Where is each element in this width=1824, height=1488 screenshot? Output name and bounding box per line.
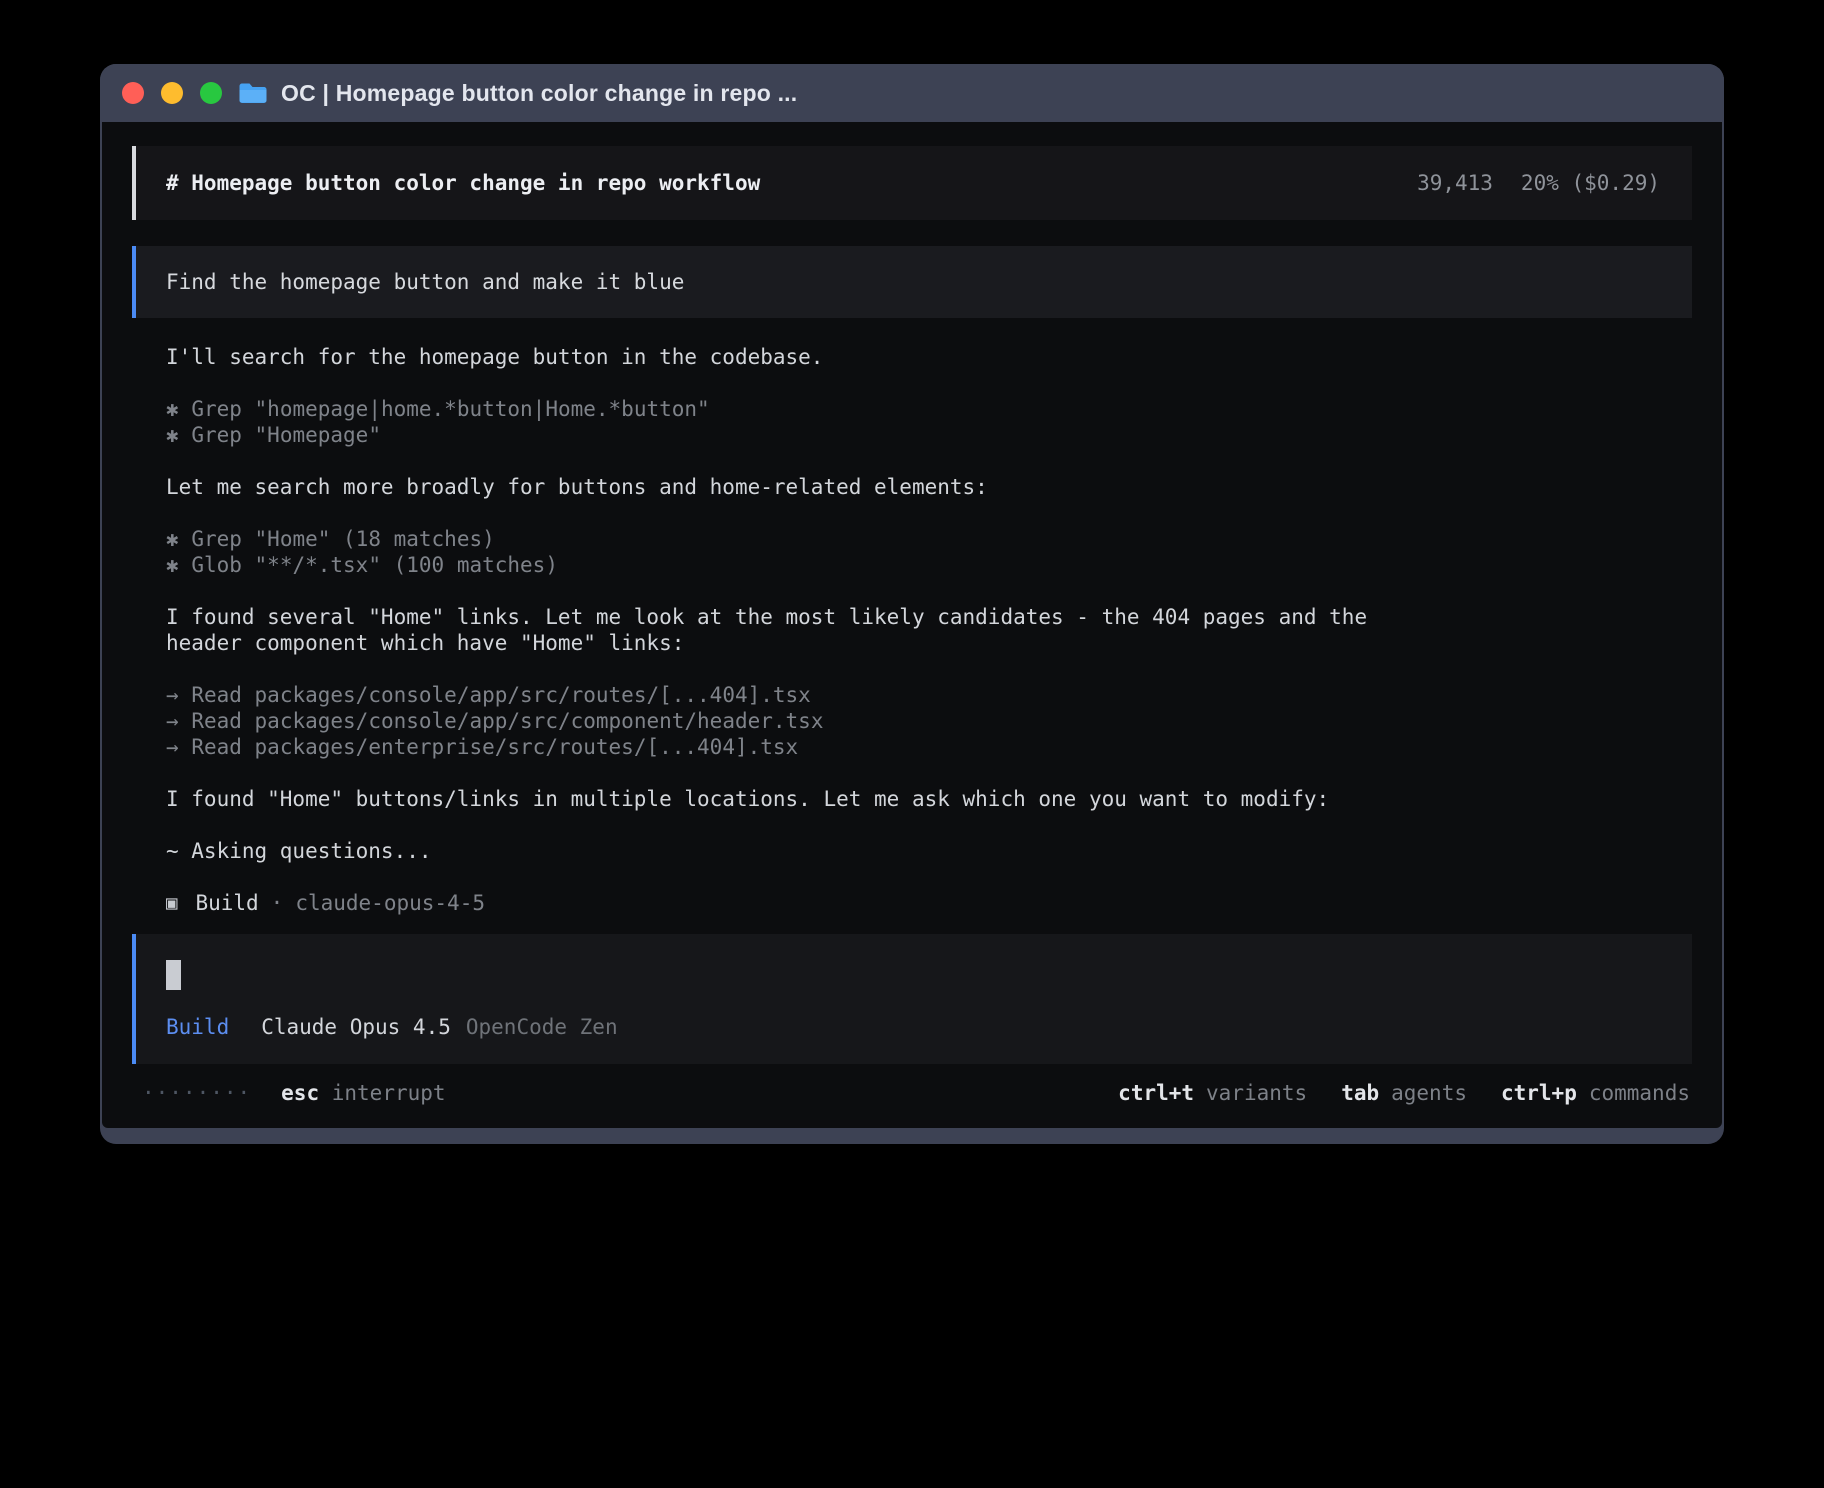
tool-call-group: ✱ Grep "homepage|home.*button|Home.*butt… [166,396,1692,448]
tool-call-glob: ✱ Glob "**/*.tsx" (100 matches) [166,552,1692,578]
status-left: ········ esc interrupt [142,1080,446,1106]
text-cursor [166,960,181,990]
agent-model: claude-opus-4-5 [295,890,485,916]
close-button[interactable] [122,82,144,104]
session-header: # Homepage button color change in repo w… [132,146,1692,220]
commands-hint: ctrl+p commands [1501,1080,1690,1106]
folder-icon [238,81,268,105]
current-agent-badge[interactable]: Build [166,1014,229,1040]
agent-square-icon: ▣ [166,890,177,916]
tool-call-read: → Read packages/enterprise/src/routes/[.… [166,734,1692,760]
assistant-text: I found "Home" buttons/links in multiple… [166,786,1692,812]
tool-call-group: → Read packages/console/app/src/routes/[… [166,682,1692,760]
current-provider: OpenCode Zen [466,1014,618,1040]
input-meta: Build Claude Opus 4.5 OpenCode Zen [166,1014,1662,1040]
context-cost: 20% ($0.29) [1521,170,1660,196]
tool-call-read: → Read packages/console/app/src/routes/[… [166,682,1692,708]
user-message-text: Find the homepage button and make it blu… [166,269,684,295]
tool-call-read: → Read packages/console/app/src/componen… [166,708,1692,734]
terminal-body: # Homepage button color change in repo w… [102,122,1722,1128]
agent-name: Build [195,890,258,916]
arrow-icon: → [166,709,179,733]
token-count: 39,413 [1417,170,1493,196]
tool-call-group: ✱ Grep "Home" (18 matches) ✱ Glob "**/*.… [166,526,1692,578]
minimize-button[interactable] [161,82,183,104]
tool-pending-icon: ✱ [166,527,179,551]
user-message: Find the homepage button and make it blu… [132,246,1692,318]
zoom-button[interactable] [200,82,222,104]
status-bar: ········ esc interrupt ctrl+t variants t… [132,1080,1692,1112]
transcript: I'll search for the homepage button in t… [132,344,1692,916]
dot-separator: · [271,890,284,916]
esc-hint: esc interrupt [281,1080,445,1106]
tool-pending-icon: ✱ [166,397,179,421]
current-model[interactable]: Claude Opus 4.5 [261,1014,451,1040]
tool-pending-icon: ✱ [166,423,179,447]
window-titlebar[interactable]: OC | Homepage button color change in rep… [100,64,1724,122]
session-stats: 39,413 20% ($0.29) [1417,170,1660,196]
tool-call-grep: ✱ Grep "Homepage" [166,422,1692,448]
tool-call-grep: ✱ Grep "homepage|home.*button|Home.*butt… [166,396,1692,422]
agents-hint: tab agents [1341,1080,1467,1106]
window-title: OC | Homepage button color change in rep… [281,80,797,107]
tool-call-grep: ✱ Grep "Home" (18 matches) [166,526,1692,552]
arrow-icon: → [166,683,179,707]
arrow-icon: → [166,735,179,759]
terminal-window: OC | Homepage button color change in rep… [100,64,1724,1144]
status-right: ctrl+t variants tab agents ctrl+p comman… [1118,1080,1690,1106]
assistant-text: I found several "Home" links. Let me loo… [166,604,1436,656]
agent-status-line: ▣ Build · claude-opus-4-5 [166,890,1692,916]
prompt-input[interactable]: Build Claude Opus 4.5 OpenCode Zen [132,934,1692,1064]
asking-questions-status: ~ Asking questions... [166,838,1692,864]
variants-hint: ctrl+t variants [1118,1080,1307,1106]
title-wrap: OC | Homepage button color change in rep… [238,80,797,107]
tool-pending-icon: ✱ [166,553,179,577]
traffic-lights [122,64,222,122]
session-title: # Homepage button color change in repo w… [166,170,760,196]
assistant-text: Let me search more broadly for buttons a… [166,474,1692,500]
assistant-text: I'll search for the homepage button in t… [166,344,1692,370]
spinner-dots: ········ [142,1080,251,1106]
